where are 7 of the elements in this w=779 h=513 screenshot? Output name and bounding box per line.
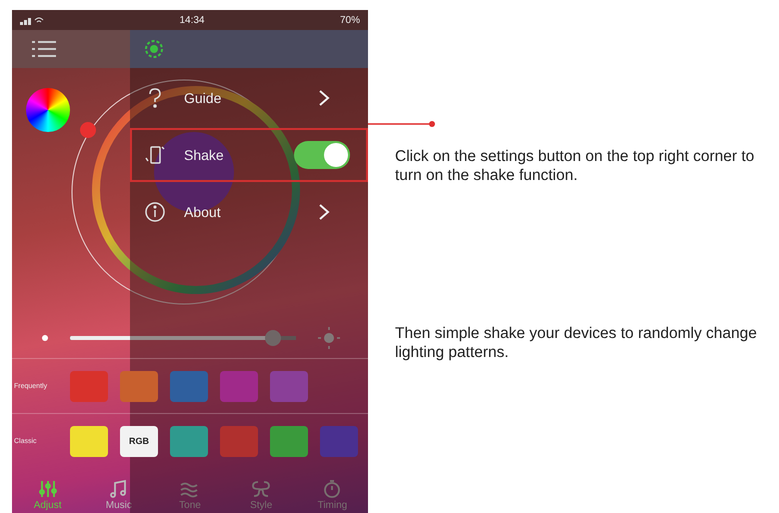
status-time: 14:34 [179, 14, 204, 26]
instruction-text: Then simple shake your devices to randomly change lighting patterns. [395, 324, 758, 362]
battery-level: 70% [340, 14, 360, 26]
menu-label: About [184, 204, 222, 220]
instruction-text: Click on the settings button on the top right corner to turn on the shake function. [395, 147, 756, 185]
menu-label: Guide [184, 90, 222, 106]
menu-label: Shake [184, 147, 225, 163]
